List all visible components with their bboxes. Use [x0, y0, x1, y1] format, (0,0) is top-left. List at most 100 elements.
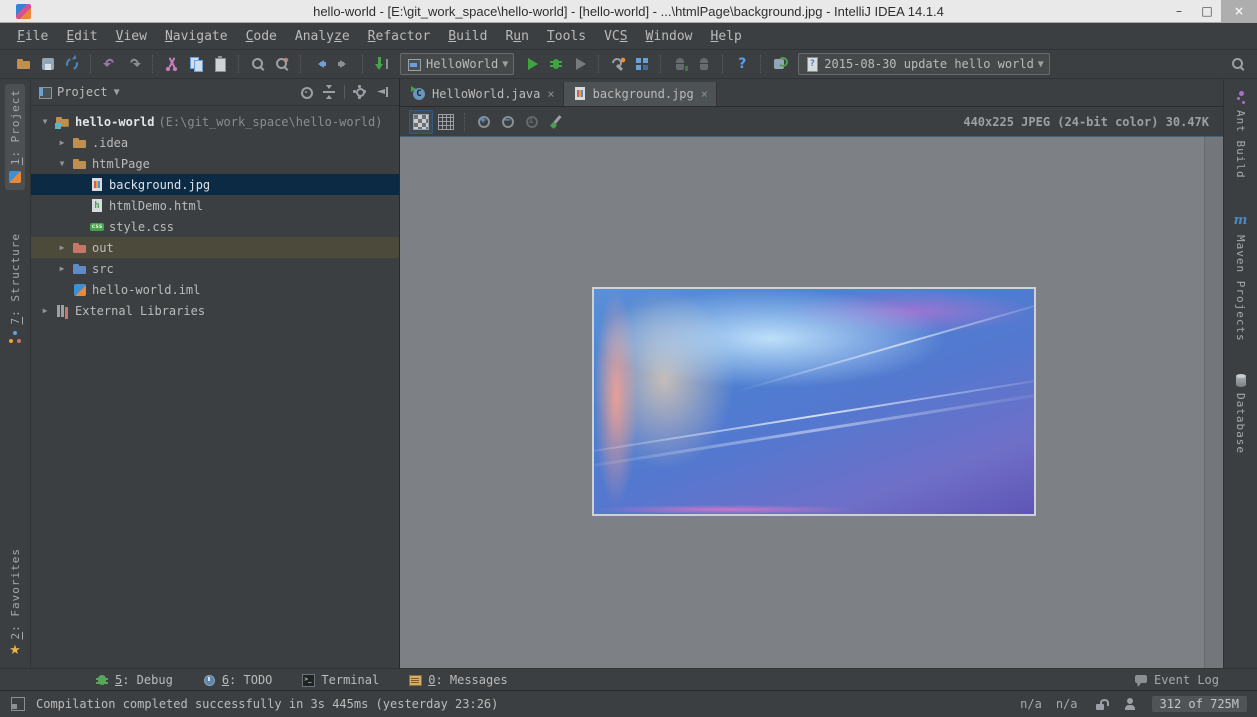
vcs-message-combo[interactable]: 2015-08-30 update hello world▼: [798, 53, 1050, 75]
collapsed-arrow-icon[interactable]: ▶: [39, 306, 51, 315]
memory-indicator[interactable]: 312 of 725M: [1152, 696, 1247, 712]
expanded-arrow-icon[interactable]: ▼: [56, 159, 68, 168]
close-button[interactable]: ×: [1221, 0, 1257, 22]
menu-run[interactable]: Run: [496, 26, 537, 47]
tool-button-database[interactable]: Database: [1231, 368, 1251, 459]
help-button[interactable]: [731, 53, 753, 75]
gear-icon[interactable]: [352, 84, 368, 100]
tree-label: htmlPage: [92, 157, 150, 171]
menu-file[interactable]: File: [8, 26, 57, 47]
collapse-all-icon[interactable]: [321, 84, 337, 100]
maximize-button[interactable]: □: [1193, 0, 1221, 22]
hector-inspector-icon[interactable]: [1122, 696, 1138, 712]
zoom-actual-button[interactable]: [521, 111, 543, 133]
tree-item-hello-world[interactable]: ▼hello-world (E:\git_work_space\hello-wo…: [31, 111, 399, 132]
tool-button-2-favorites[interactable]: 2: Favorites: [5, 543, 25, 664]
tree-item-external-libraries[interactable]: ▶External Libraries: [31, 300, 399, 321]
undo-button[interactable]: [99, 53, 121, 75]
menu-tools[interactable]: Tools: [538, 26, 595, 47]
collapsed-arrow-icon[interactable]: ▶: [56, 138, 68, 147]
tool-button-ant-build[interactable]: Ant Build: [1231, 85, 1251, 184]
sync-button[interactable]: [61, 53, 83, 75]
chessboard-button[interactable]: [409, 110, 433, 134]
cut-button[interactable]: [161, 53, 183, 75]
android-button[interactable]: [693, 53, 715, 75]
tree-item-style-css[interactable]: style.css: [31, 216, 399, 237]
css-icon: [89, 219, 105, 235]
module-badge-icon: [55, 123, 61, 129]
viewer-scrollbar[interactable]: [1204, 137, 1223, 668]
tool-button-0-messages[interactable]: 0: Messages: [407, 672, 507, 688]
tool-button-terminal[interactable]: Terminal: [300, 672, 379, 688]
project-panel-title[interactable]: Project: [57, 85, 108, 99]
find-button[interactable]: [247, 53, 269, 75]
collapsed-arrow-icon[interactable]: ▶: [56, 264, 68, 273]
light-streak: [733, 295, 1034, 394]
stripe-label: Ant Build: [1234, 110, 1247, 179]
back-button[interactable]: [309, 53, 331, 75]
android-sync-button[interactable]: [669, 53, 691, 75]
tool-button-maven-projects[interactable]: Maven Projects: [1231, 210, 1251, 347]
tab-helloworld-java[interactable]: HelloWorld.java×: [403, 82, 564, 106]
image-preview[interactable]: [592, 287, 1036, 516]
open-button[interactable]: [13, 53, 35, 75]
collapsed-arrow-icon[interactable]: ▶: [56, 243, 68, 252]
save-button[interactable]: [37, 53, 59, 75]
locate-file-icon[interactable]: [298, 84, 314, 100]
menu-refactor[interactable]: Refactor: [359, 26, 440, 47]
replace-button[interactable]: [271, 53, 293, 75]
tool-button-6-todo[interactable]: 6: TODO: [201, 672, 273, 688]
redo-button[interactable]: [123, 53, 145, 75]
save-sync-button[interactable]: [769, 53, 791, 75]
menu-build[interactable]: Build: [439, 26, 496, 47]
close-icon[interactable]: ×: [701, 87, 708, 101]
tab-background-jpg[interactable]: background.jpg×: [564, 82, 717, 106]
menu-window[interactable]: Window: [637, 26, 702, 47]
tree-item-out[interactable]: ▶out: [31, 237, 399, 258]
forward-button[interactable]: [333, 53, 355, 75]
zoom-in-button[interactable]: [473, 111, 495, 133]
menu-vcs[interactable]: VCS: [595, 26, 636, 47]
expanded-arrow-icon[interactable]: ▼: [39, 117, 51, 126]
menu-view[interactable]: View: [107, 26, 156, 47]
menu-edit[interactable]: Edit: [57, 26, 106, 47]
run-configuration-combo[interactable]: HelloWorld▼: [400, 53, 514, 75]
tree-item-idea[interactable]: ▶.idea: [31, 132, 399, 153]
tool-button-1-project[interactable]: 1: Project: [5, 84, 25, 190]
tree-item-htmlpage[interactable]: ▼ htmlPage: [31, 153, 399, 174]
tree-item-htmldemo-html[interactable]: htmlDemo.html: [31, 195, 399, 216]
right-tool-stripe: Ant Build Maven Projects Database: [1223, 79, 1257, 668]
event-log-button[interactable]: Event Log: [1133, 672, 1257, 688]
coverage-button[interactable]: [569, 53, 591, 75]
tool-button-5-debug[interactable]: 5: Debug: [94, 672, 173, 688]
toggle-toolwindows-icon[interactable]: [10, 696, 26, 712]
unlock-icon[interactable]: [1092, 696, 1108, 712]
minimize-button[interactable]: –: [1165, 0, 1193, 22]
close-icon[interactable]: ×: [547, 87, 554, 101]
color-picker-button[interactable]: [545, 111, 567, 133]
toolbar-separator: [760, 55, 762, 73]
copy-button[interactable]: [185, 53, 207, 75]
paste-button[interactable]: [209, 53, 231, 75]
tool-button-label: Terminal: [321, 673, 379, 687]
chevron-down-icon[interactable]: ▼: [114, 87, 120, 98]
hide-panel-icon[interactable]: [375, 84, 391, 100]
tree-item-background-jpg[interactable]: background.jpg: [31, 174, 399, 195]
tree-item-hello-world-iml[interactable]: hello-world.iml: [31, 279, 399, 300]
project-structure-button[interactable]: [631, 53, 653, 75]
menu-help[interactable]: Help: [702, 26, 751, 47]
debug-bug-icon: [94, 672, 110, 688]
search-icon: [1230, 56, 1246, 72]
debug-button[interactable]: [545, 53, 567, 75]
compile-button[interactable]: [371, 53, 393, 75]
run-button[interactable]: [521, 53, 543, 75]
menu-analyze[interactable]: Analyze: [286, 26, 359, 47]
tool-button-7-structure[interactable]: 7: Structure: [5, 228, 25, 349]
menu-navigate[interactable]: Navigate: [156, 26, 237, 47]
grid-button[interactable]: [435, 111, 457, 133]
zoom-out-button[interactable]: [497, 111, 519, 133]
search-everywhere-button[interactable]: [1227, 53, 1249, 75]
settings-button[interactable]: [607, 53, 629, 75]
menu-code[interactable]: Code: [237, 26, 286, 47]
tree-item-src[interactable]: ▶src: [31, 258, 399, 279]
